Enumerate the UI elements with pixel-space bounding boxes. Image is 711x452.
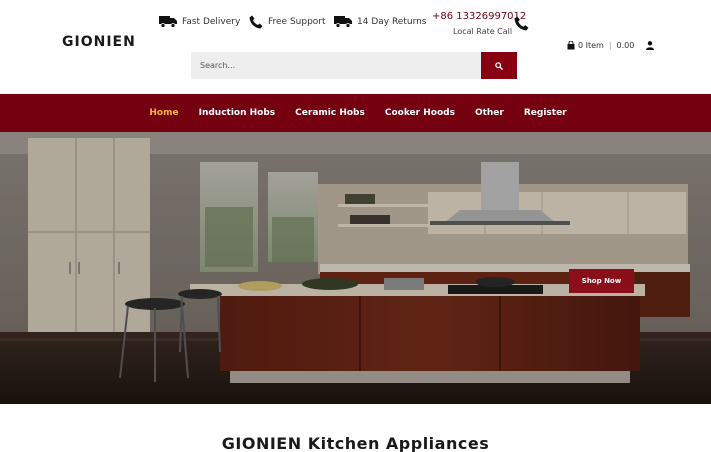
section-title: GIONIEN Kitchen Appliances [221, 434, 490, 452]
cart-summary[interactable]: 0 Item | 0.00 [567, 41, 655, 50]
truck-icon [159, 16, 177, 28]
site-header: GIONIEN Fast Delivery Free Support 14 Da… [0, 0, 711, 94]
search-input[interactable] [191, 52, 481, 79]
nav-item-induction-hobs[interactable]: Induction Hobs [199, 108, 276, 118]
phone-icon [249, 15, 263, 29]
hero-kitchen-image [0, 132, 711, 404]
nav-item-register[interactable]: Register [524, 108, 567, 118]
user-icon[interactable] [646, 41, 655, 50]
usp-label: 14 Day Returns [357, 16, 427, 27]
usp-fast-delivery: Fast Delivery [159, 15, 240, 28]
usp-label: Free Support [268, 17, 326, 27]
nav-item-ceramic-hobs[interactable]: Ceramic Hobs [295, 108, 365, 118]
site-logo[interactable]: GIONIEN [62, 34, 136, 50]
search-bar [191, 52, 517, 79]
shop-now-button[interactable]: Shop Now [569, 269, 634, 293]
nav-item-other[interactable]: Other [475, 108, 504, 118]
cart-count[interactable]: 0 Item [578, 41, 604, 50]
hero-banner: Shop Now [0, 132, 711, 404]
cart-divider: | [608, 41, 612, 50]
usp-day-returns: 14 Day Returns [334, 15, 427, 28]
nav-item-home[interactable]: Home [149, 108, 178, 118]
bag-icon [567, 41, 575, 50]
truck-icon [334, 16, 352, 28]
cart-total[interactable]: 0.00 [617, 41, 635, 50]
main-nav: Home Induction Hobs Ceramic Hobs Cooker … [0, 94, 711, 132]
usp-label: Fast Delivery [182, 16, 241, 27]
phone-icon [514, 16, 529, 31]
search-button[interactable] [481, 52, 517, 79]
usp-free-support: Free Support [249, 15, 326, 29]
phone-contact[interactable]: +86 13326997012 Local Rate Call [432, 11, 532, 41]
search-icon [495, 61, 503, 70]
phone-number[interactable]: +86 13326997012 [432, 11, 526, 22]
nav-item-cooker-hoods[interactable]: Cooker Hoods [385, 108, 455, 118]
phone-label: Local Rate Call [453, 27, 513, 36]
